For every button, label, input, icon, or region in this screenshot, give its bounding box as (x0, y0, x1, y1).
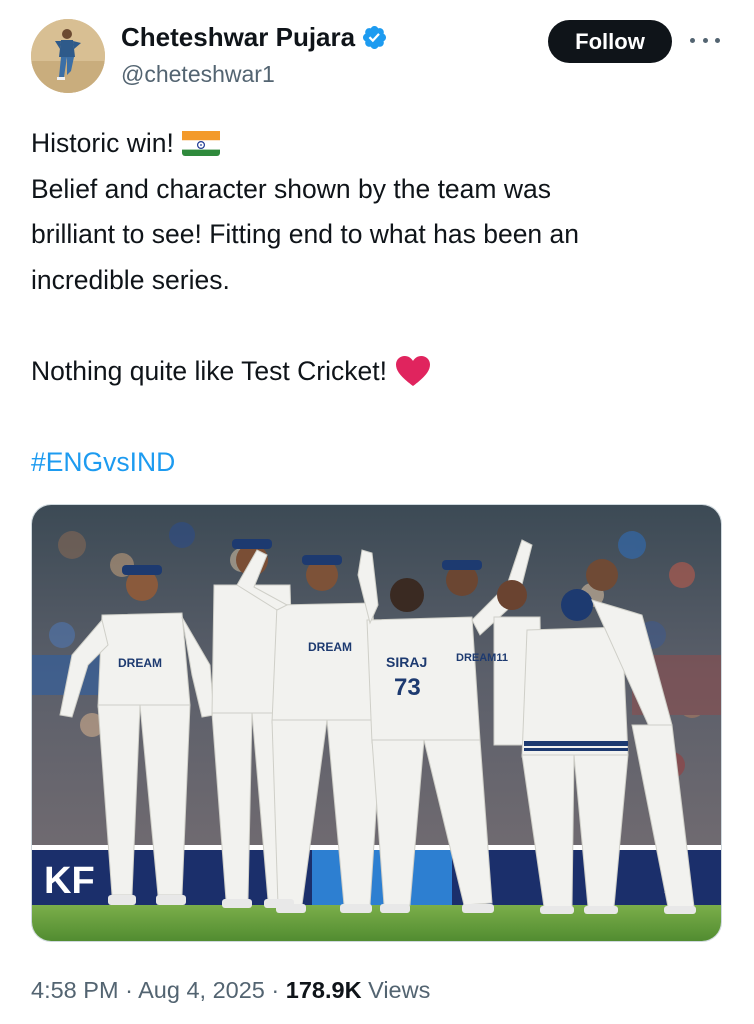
shirt-text: DREAM (118, 656, 162, 670)
tweet-text: Historic win! Belief and character shown… (31, 121, 721, 485)
tweet-date[interactable]: Aug 4, 2025 (138, 977, 265, 1003)
tweet-line-2: Belief and character shown by the team w… (31, 173, 551, 204)
tweet-line-1: Historic win! (31, 121, 721, 167)
tweet-meta: 4:58 PM · Aug 4, 2025 · 178.9K Views (31, 977, 430, 1004)
display-name[interactable]: Cheteshwar Pujara (121, 22, 355, 53)
name-row: Cheteshwar Pujara (121, 22, 388, 53)
tweet-line-3: brilliant to see! Fitting end to what ha… (31, 219, 580, 249)
tweet-text-line-1: Historic win! (31, 128, 174, 158)
hashtag-link[interactable]: #ENGvsIND (31, 447, 175, 477)
follow-button[interactable]: Follow (548, 20, 672, 63)
avatar-image (31, 19, 105, 93)
tweet-blank-line-2 (31, 394, 721, 440)
shirt-text: DREAM11 (456, 652, 508, 664)
tweet-line-4: incredible series. (31, 264, 230, 295)
meta-separator: · (125, 977, 133, 1003)
red-heart-icon (395, 355, 431, 387)
more-options-icon[interactable] (690, 28, 720, 52)
tweet-text-line-5: Nothing quite like Test Cricket! (31, 355, 387, 386)
shirt-text: SIRAJ (386, 654, 427, 670)
tweet-page: Cheteshwar Pujara @cheteshwar1 Follow Hi… (0, 0, 754, 1024)
shirt-number: 73 (394, 674, 421, 701)
meta-separator-2: · (271, 977, 280, 1003)
shirt-text: DREAM (308, 640, 352, 654)
views-count[interactable]: 178.9K (286, 977, 362, 1003)
tweet-line-5: Nothing quite like Test Cricket! (31, 349, 721, 395)
user-handle[interactable]: @cheteshwar1 (121, 61, 275, 88)
verified-badge-icon (361, 24, 388, 51)
cricket-team-celebration-photo: KF K (32, 505, 721, 941)
avatar[interactable] (31, 19, 105, 93)
tweet-photo[interactable]: KF K (31, 504, 722, 942)
views-label: Views (368, 977, 431, 1003)
india-flag-icon (181, 128, 220, 156)
tweet-time[interactable]: 4:58 PM (31, 977, 119, 1003)
board-text: KF (44, 860, 95, 902)
